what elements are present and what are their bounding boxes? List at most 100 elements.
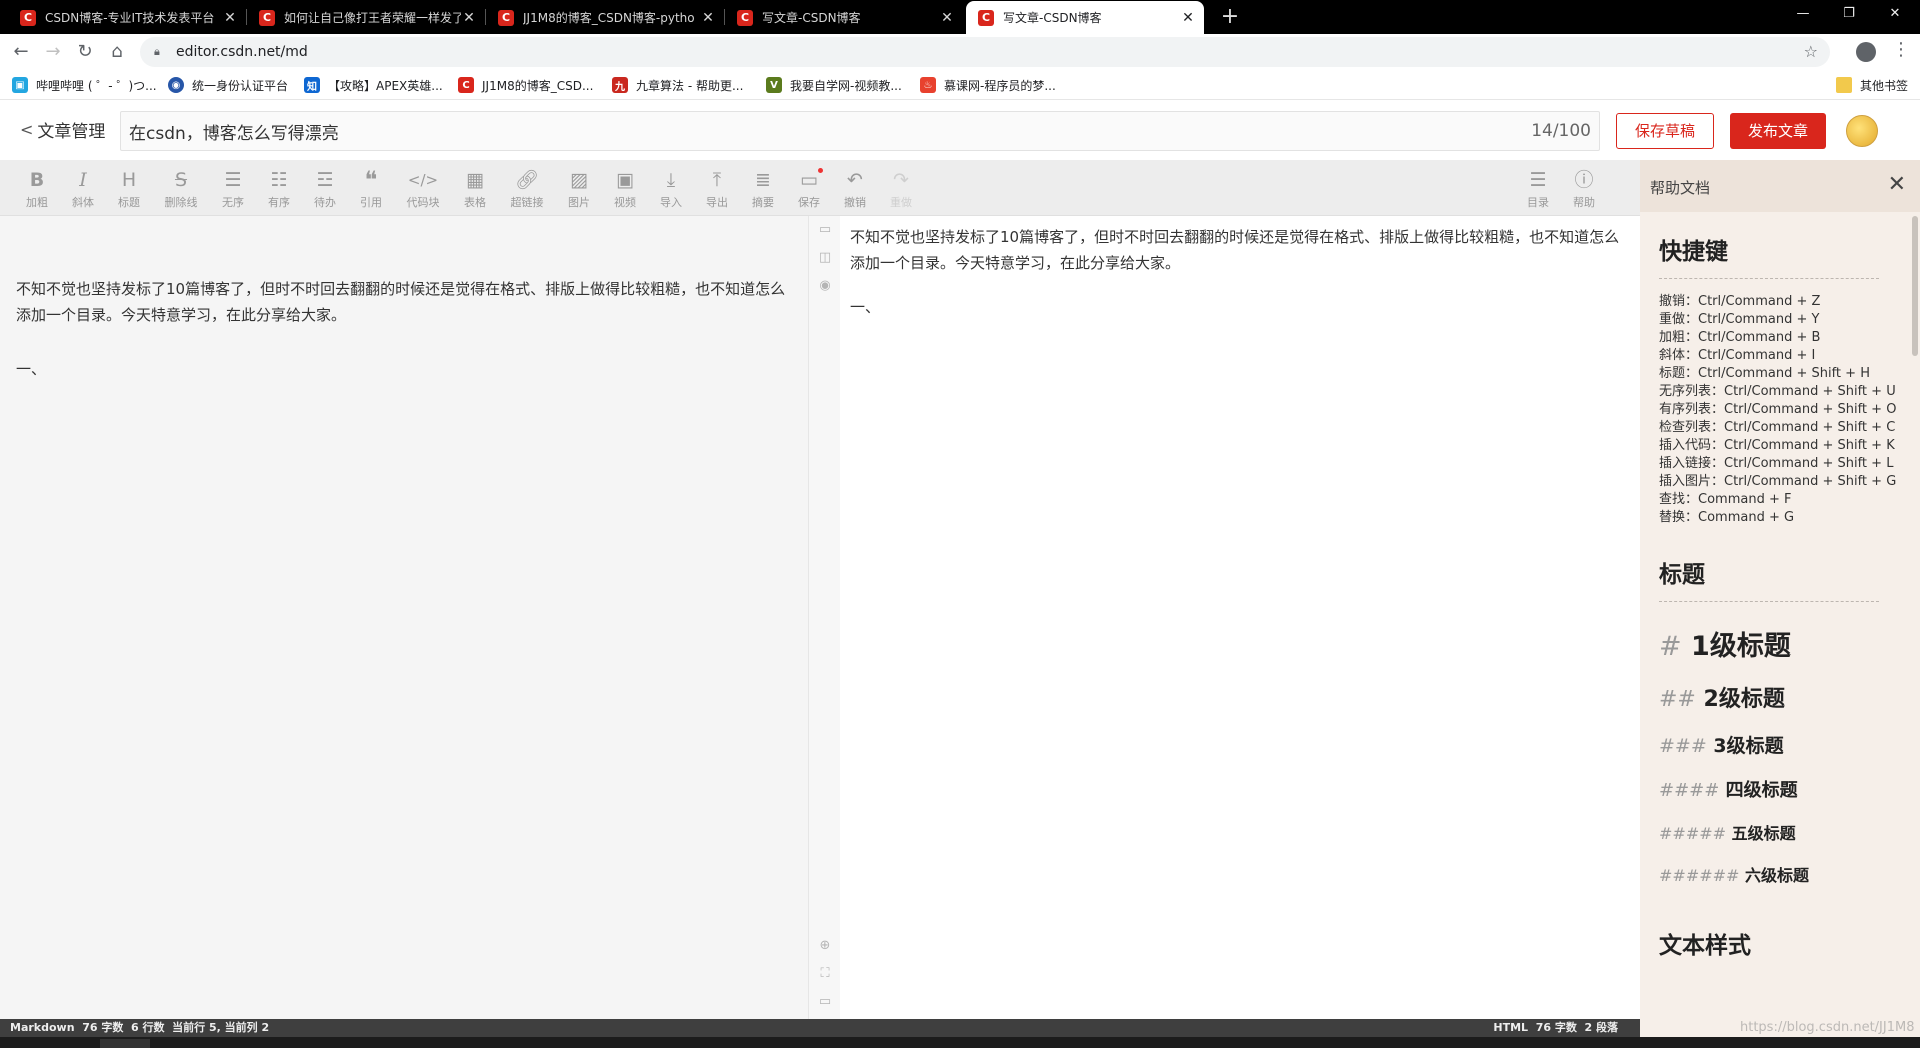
- restore-icon[interactable]: ❐: [1826, 0, 1872, 30]
- tab-close-icon[interactable]: ✕: [461, 10, 477, 26]
- shortcut-item: 检查列表：Ctrl/Command + Shift + C: [1659, 420, 1896, 435]
- bookmark-item[interactable]: 知 【攻略】APEX英雄...: [304, 76, 443, 94]
- tab-close-icon[interactable]: ✕: [700, 10, 716, 26]
- code-block-button[interactable]: </> 代码块: [403, 168, 443, 212]
- browser-tab[interactable]: C 如何让自己像打王者荣耀一样发了 ✕: [247, 1, 485, 34]
- tab-close-icon[interactable]: ✕: [222, 10, 238, 26]
- tab-close-icon[interactable]: ✕: [1180, 10, 1196, 26]
- heading-label: 五级标题: [1731, 824, 1796, 843]
- hash-mark: ##: [1659, 687, 1696, 712]
- home-icon[interactable]: ⌂: [104, 39, 130, 65]
- split-view-icon[interactable]: ◫: [817, 250, 833, 266]
- summary-button[interactable]: ≣ 摘要: [743, 168, 783, 212]
- toc-button[interactable]: ☰ 目录: [1518, 168, 1558, 212]
- table-button[interactable]: ▦ 表格: [455, 168, 495, 212]
- tab-close-icon[interactable]: ✕: [939, 10, 955, 26]
- shortcut-item: 有序列表：Ctrl/Command + Shift + O: [1659, 402, 1897, 417]
- browser-tab-active[interactable]: C 写文章-CSDN博客 ✕: [966, 1, 1204, 34]
- fullscreen-icon[interactable]: ⛶: [817, 966, 833, 982]
- reload-icon[interactable]: ↻: [72, 39, 98, 65]
- shortcut-item: 无序列表：Ctrl/Command + Shift + U: [1659, 384, 1896, 399]
- quote-icon: ❝: [364, 166, 378, 194]
- layout-icon[interactable]: ▭: [817, 994, 833, 1010]
- lock-icon: 🔒︎: [154, 45, 160, 58]
- tab-title: 如何让自己像打王者荣耀一样发了: [284, 11, 461, 25]
- browser-tab[interactable]: C CSDN博客-专业IT技术发表平台 ✕: [8, 1, 246, 34]
- table-label: 表格: [464, 196, 486, 209]
- browser-tab[interactable]: C 写文章-CSDN博客 ✕: [725, 1, 963, 34]
- quote-button[interactable]: ❝ 引用: [351, 168, 391, 212]
- strikethrough-button[interactable]: S 删除线: [161, 168, 201, 212]
- bookmark-item[interactable]: V 我要自学网-视频教...: [766, 76, 902, 94]
- undo-button[interactable]: ↶ 撤销: [835, 168, 875, 212]
- bookmark-label: 【攻略】APEX英雄...: [328, 78, 443, 93]
- bookmark-item[interactable]: ◉ 统一身份认证平台: [168, 76, 288, 94]
- link-button[interactable]: 🔗︎ 超链接: [507, 168, 547, 212]
- article-management-link[interactable]: < 文章管理: [20, 117, 105, 142]
- user-avatar[interactable]: [1846, 115, 1878, 147]
- italic-label: 斜体: [72, 196, 94, 209]
- minimize-icon[interactable]: —: [1780, 0, 1826, 30]
- article-title-input[interactable]: [129, 112, 1429, 150]
- window-close-icon[interactable]: ✕: [1872, 0, 1918, 30]
- unordered-list-label: 无序: [222, 196, 244, 209]
- browser-tab[interactable]: C JJ1M8的博客_CSDN博客-pytho ✕: [486, 1, 724, 34]
- heading-button[interactable]: H 标题: [109, 168, 149, 212]
- save-button[interactable]: ▭ 保存: [789, 168, 829, 212]
- help-close-icon[interactable]: ✕: [1888, 172, 1906, 197]
- redo-button[interactable]: ↷ 重做: [881, 168, 921, 212]
- help-icon: ⓘ: [1574, 169, 1594, 191]
- profile-avatar-icon[interactable]: [1856, 42, 1876, 62]
- video-button[interactable]: ▣ 视频: [605, 168, 645, 212]
- bookmark-item[interactable]: 九 九章算法 - 帮助更...: [612, 76, 743, 94]
- export-icon: ⤒: [712, 169, 722, 191]
- bookmark-star-icon[interactable]: ☆: [1804, 42, 1818, 61]
- single-column-icon[interactable]: ▭: [817, 222, 833, 238]
- image-button[interactable]: ▨ 图片: [559, 168, 599, 212]
- new-tab-icon[interactable]: +: [1216, 4, 1244, 32]
- preview-eye-icon[interactable]: ◉: [817, 278, 833, 294]
- taskbar-item[interactable]: [100, 1039, 150, 1048]
- other-bookmarks[interactable]: 其他书签: [1836, 76, 1908, 94]
- csdn-icon: C: [458, 77, 474, 93]
- code-icon: </>: [407, 171, 439, 189]
- sync-scroll-icon[interactable]: ⊕: [817, 938, 833, 954]
- title-char-counter: 14/100: [1531, 121, 1591, 141]
- toc-icon: ☰: [1529, 169, 1547, 191]
- tab-title: JJ1M8的博客_CSDN博客-pytho: [523, 11, 695, 25]
- todo-list-label: 待办: [314, 196, 336, 209]
- bookmark-item[interactable]: C JJ1M8的博客_CSD...: [458, 76, 593, 94]
- zixue-icon: V: [766, 77, 782, 93]
- todo-list-button[interactable]: ☲ 待办: [305, 168, 345, 212]
- address-bar[interactable]: 🔒︎ editor.csdn.net/md ☆: [140, 37, 1830, 67]
- italic-button[interactable]: I 斜体: [63, 168, 103, 212]
- heading-label: 六级标题: [1745, 866, 1810, 885]
- hash-mark: #####: [1659, 824, 1727, 843]
- ordered-list-button[interactable]: ☷ 有序: [259, 168, 299, 212]
- markdown-editor[interactable]: 不知不觉也坚持发标了10篇博客了，但时不时回去翻翻的时候还是觉得在格式、排版上做…: [0, 216, 808, 1019]
- shortcut-item: 重做：Ctrl/Command + Y: [1659, 312, 1820, 327]
- browser-menu-icon[interactable]: ⋮: [1892, 39, 1910, 60]
- html-preview: 不知不觉也坚持发标了10篇博客了，但时不时回去翻翻的时候还是觉得在格式、排版上做…: [840, 216, 1640, 1019]
- heading-example-2: ## 2级标题: [1659, 681, 1909, 713]
- markdown-toolbar: B 加粗 I 斜体 H 标题 S 删除线 ☰ 无序 ☷ 有序 ☲ 待办 ❝ 引用 </> 代码块 …: [0, 160, 1640, 216]
- preview-line: 一、: [850, 298, 881, 316]
- save-draft-button[interactable]: 保存草稿: [1616, 113, 1714, 149]
- unordered-list-button[interactable]: ☰ 无序: [213, 168, 253, 212]
- article-management-label: 文章管理: [37, 122, 106, 142]
- markdown-stats: Markdown 76 字数 6 行数 当前行 5, 当前列 2: [10, 1021, 270, 1034]
- help-scrollbar[interactable]: [1912, 216, 1918, 356]
- import-button[interactable]: ⤓ 导入: [651, 168, 691, 212]
- forward-arrow-icon[interactable]: →: [40, 39, 66, 65]
- bold-button[interactable]: B 加粗: [17, 168, 57, 212]
- bookmark-item[interactable]: ♨ 慕课网-程序员的梦...: [920, 76, 1056, 94]
- bookmark-label: 哔哩哔哩 ( ゜- ゜)つ...: [36, 78, 157, 93]
- csdn-favicon-icon: C: [737, 9, 753, 26]
- back-arrow-icon[interactable]: ←: [8, 39, 34, 65]
- help-button[interactable]: ⓘ 帮助: [1564, 168, 1604, 212]
- publish-button[interactable]: 发布文章: [1730, 113, 1826, 149]
- bookmark-item[interactable]: ▣ 哔哩哔哩 ( ゜- ゜)つ...: [12, 76, 157, 94]
- export-button[interactable]: ⤒ 导出: [697, 168, 737, 212]
- bookmark-label: 慕课网-程序员的梦...: [944, 78, 1056, 93]
- summary-label: 摘要: [752, 196, 774, 209]
